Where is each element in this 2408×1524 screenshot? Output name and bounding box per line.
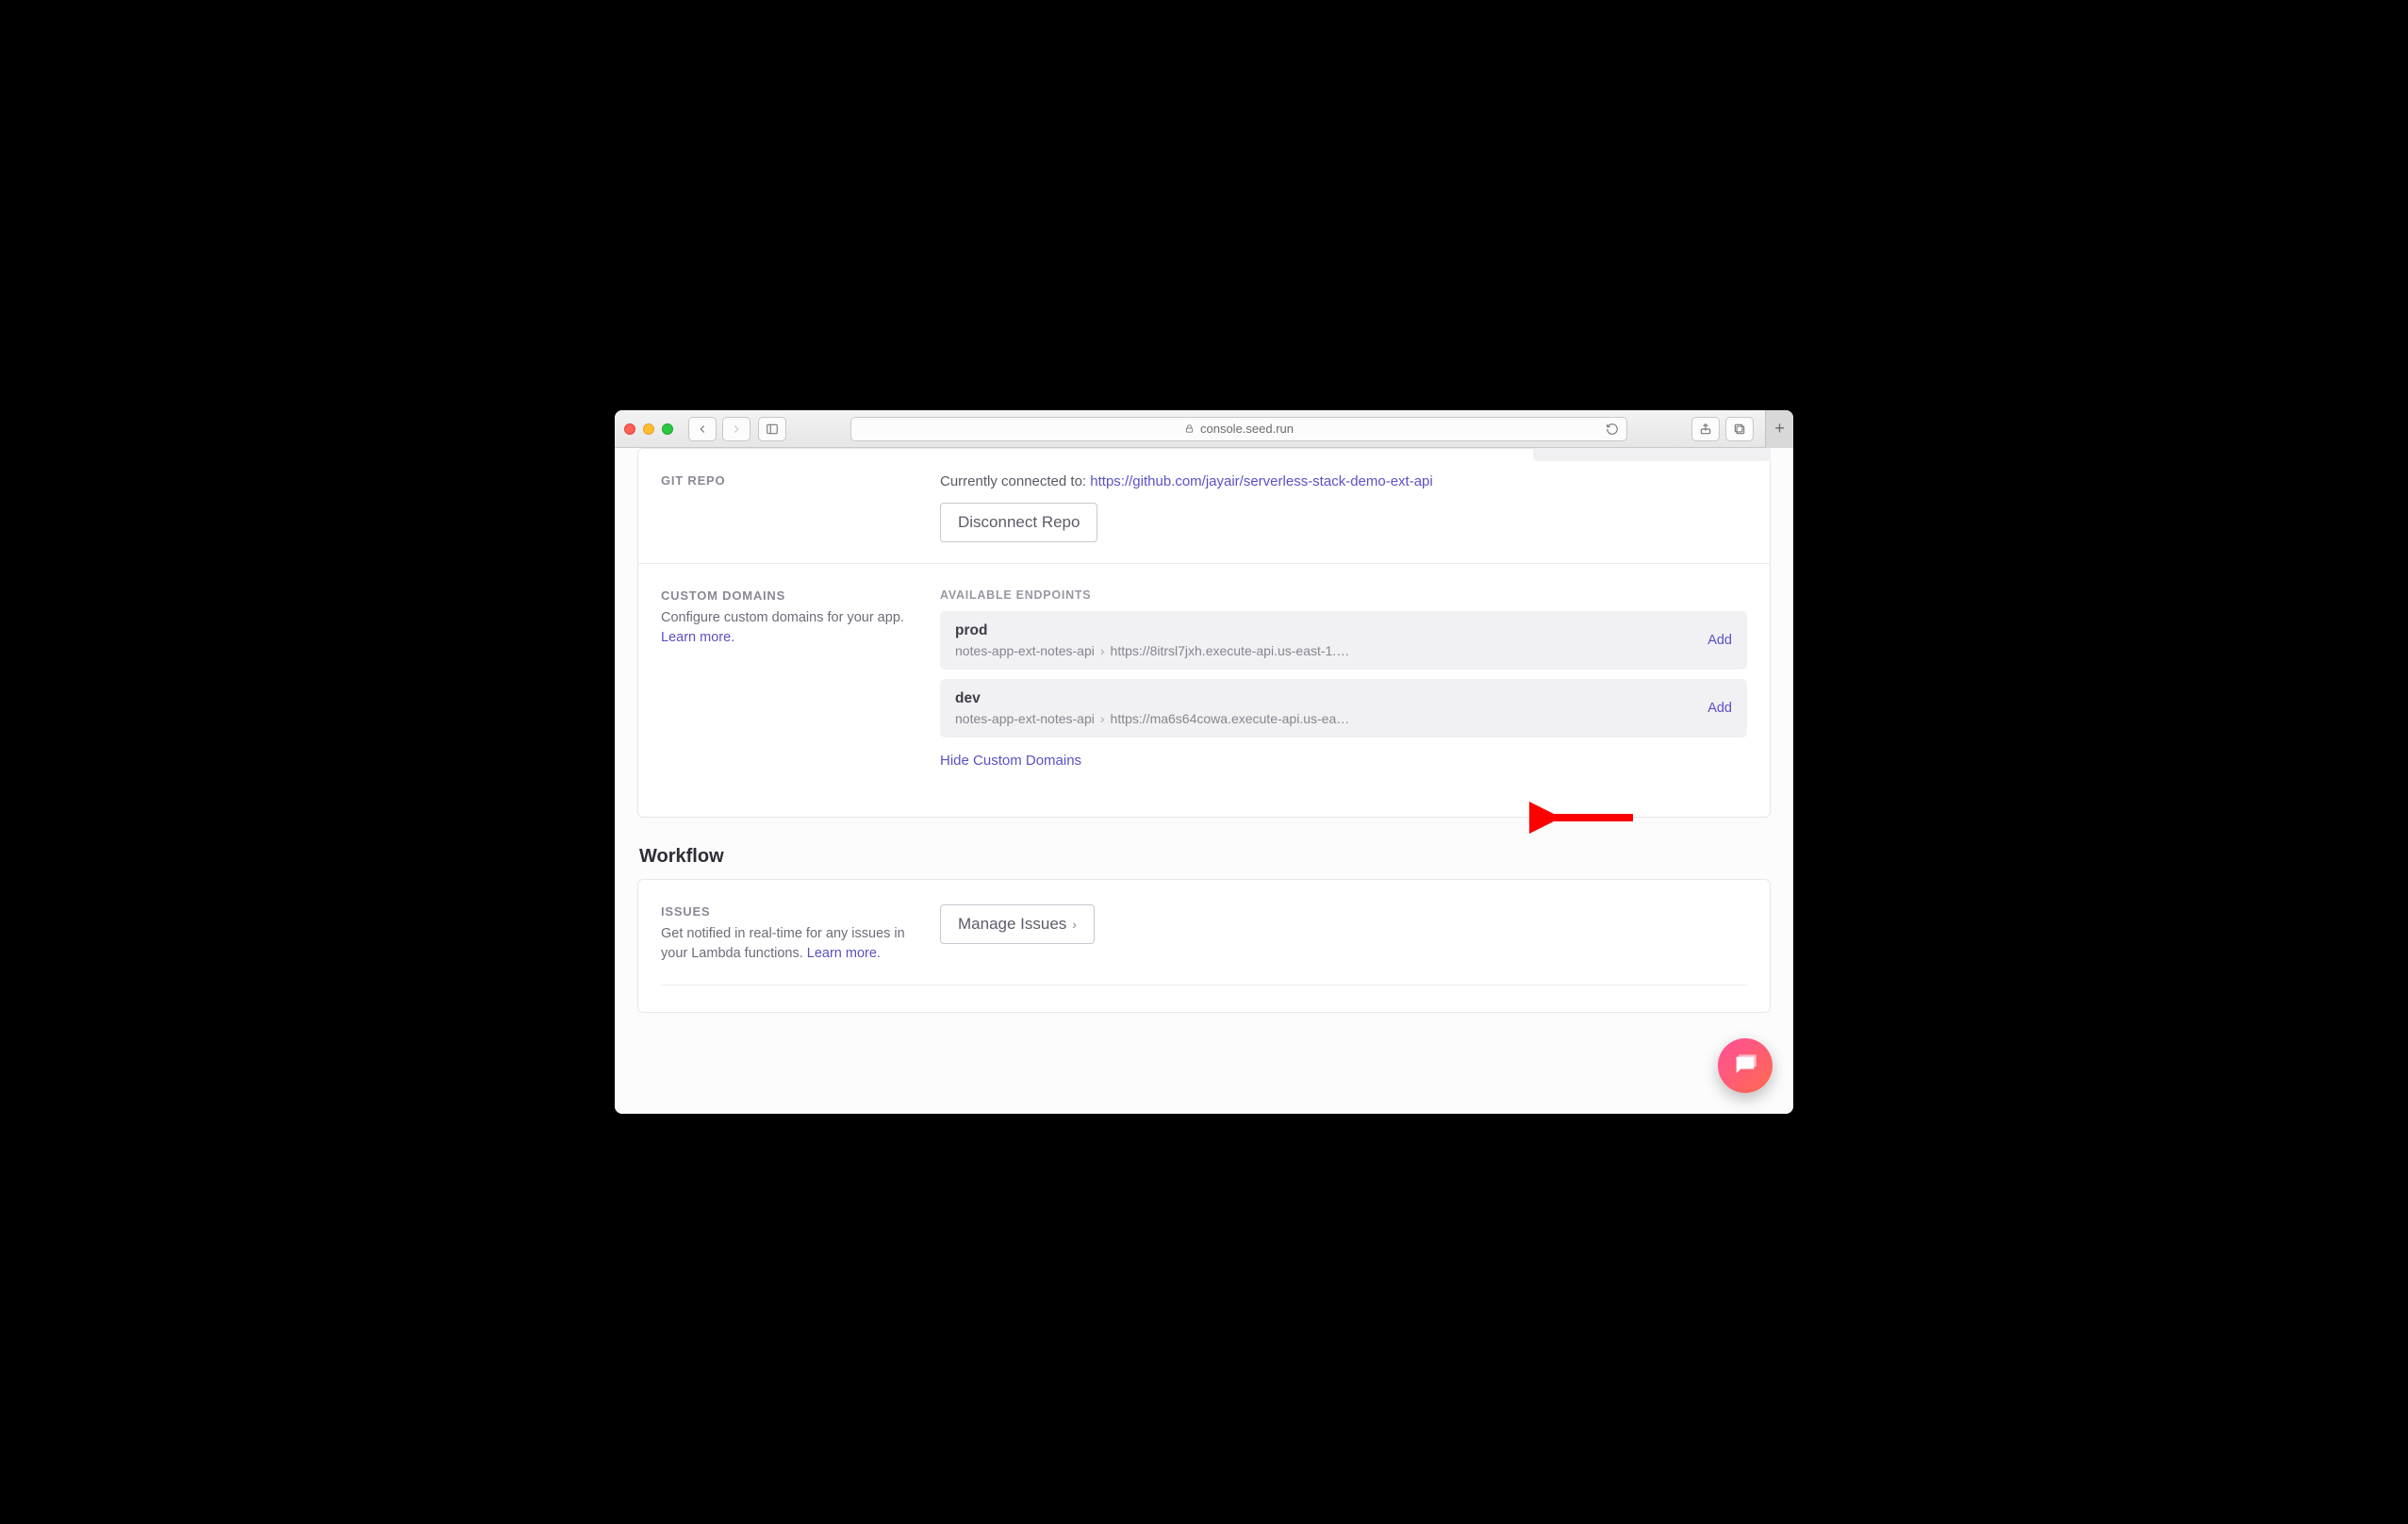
endpoint-stack: notes-app-ext-notes-api [955, 711, 1095, 726]
share-icon [1699, 422, 1712, 436]
lock-icon [1184, 423, 1195, 434]
tabs-icon [1733, 422, 1746, 436]
endpoint-add-button[interactable]: Add [1707, 633, 1732, 648]
endpoint-name: dev [955, 690, 1694, 707]
nav-back-button[interactable] [688, 417, 717, 441]
endpoint-url: https://ma6s64cowa.execute-api.us-ea… [1111, 711, 1350, 726]
workflow-card: ISSUES Get notified in real-time for any… [637, 879, 1771, 1013]
chevron-right-icon [730, 422, 743, 436]
app-settings-card: GIT REPO Currently connected to: https:/… [637, 448, 1771, 818]
divider [661, 985, 1747, 986]
window-minimize[interactable] [643, 423, 654, 435]
window-close[interactable] [624, 423, 635, 435]
share-button[interactable] [1691, 417, 1720, 441]
chat-icon [1732, 1052, 1758, 1079]
address-bar[interactable]: console.seed.run [850, 417, 1627, 441]
window-controls [624, 423, 673, 435]
new-tab-button[interactable]: + [1765, 410, 1793, 448]
url-host: console.seed.run [1200, 422, 1294, 436]
titlebar: console.seed.run + [615, 410, 1793, 448]
git-repo-section: GIT REPO Currently connected to: https:/… [638, 468, 1770, 563]
disconnect-repo-button[interactable]: Disconnect Repo [940, 503, 1097, 542]
git-repo-link[interactable]: https://github.com/jayair/serverless-sta… [1090, 473, 1432, 489]
endpoint-path: notes-app-ext-notes-api › https://8itrsl7j… [955, 643, 1694, 658]
manage-issues-label: Manage Issues [958, 915, 1066, 934]
git-connected-prefix: Currently connected to: [940, 473, 1090, 489]
issues-learn-more[interactable]: Learn more. [807, 946, 881, 961]
chevron-right-icon: › [1100, 643, 1105, 658]
reload-icon[interactable] [1606, 422, 1619, 436]
custom-domains-desc: Configure custom domains for your app. L… [661, 608, 921, 648]
browser-window: console.seed.run + GIT REPO [615, 410, 1793, 1114]
endpoint-path: notes-app-ext-notes-api › https://ma6s64co… [955, 711, 1694, 726]
git-repo-title: GIT REPO [661, 473, 921, 488]
page-content: GIT REPO Currently connected to: https:/… [615, 448, 1793, 1114]
manage-issues-button[interactable]: Manage Issues › [940, 904, 1095, 944]
disconnect-repo-label: Disconnect Repo [958, 513, 1080, 532]
workflow-heading: Workflow [639, 846, 1769, 868]
custom-domains-learn-more[interactable]: Learn more. [661, 630, 734, 645]
git-connected-line: Currently connected to: https://github.c… [940, 473, 1747, 489]
issues-section: ISSUES Get notified in real-time for any… [638, 899, 1770, 985]
available-endpoints-heading: AVAILABLE ENDPOINTS [940, 588, 1747, 602]
sidebar-toggle-button[interactable] [758, 417, 786, 441]
chat-fab[interactable] [1718, 1038, 1773, 1093]
tabs-button[interactable] [1725, 417, 1754, 441]
custom-domains-title: CUSTOM DOMAINS [661, 588, 921, 603]
endpoint-url: https://8itrsl7jxh.execute-api.us-east-1… [1111, 643, 1350, 658]
hide-custom-domains-link[interactable]: Hide Custom Domains [940, 753, 1081, 769]
issues-title: ISSUES [661, 904, 921, 919]
chevron-right-icon: › [1100, 711, 1105, 726]
chevron-left-icon [696, 422, 709, 436]
endpoint-stack: notes-app-ext-notes-api [955, 643, 1095, 658]
side-card-stub [1533, 448, 1771, 461]
custom-domains-desc-text: Configure custom domains for your app. [661, 610, 904, 625]
custom-domains-section: CUSTOM DOMAINS Configure custom domains … [638, 563, 1770, 790]
nav-forward-button[interactable] [722, 417, 750, 441]
endpoint-row: dev notes-app-ext-notes-api › https://ma6s… [940, 679, 1747, 737]
issues-desc: Get notified in real-time for any issues… [661, 924, 921, 964]
sidebar-icon [766, 422, 779, 436]
endpoint-row: prod notes-app-ext-notes-api › https://8it… [940, 611, 1747, 670]
endpoint-name: prod [955, 622, 1694, 639]
endpoint-add-button[interactable]: Add [1707, 701, 1732, 716]
chevron-right-icon: › [1072, 917, 1077, 932]
window-zoom[interactable] [662, 423, 673, 435]
